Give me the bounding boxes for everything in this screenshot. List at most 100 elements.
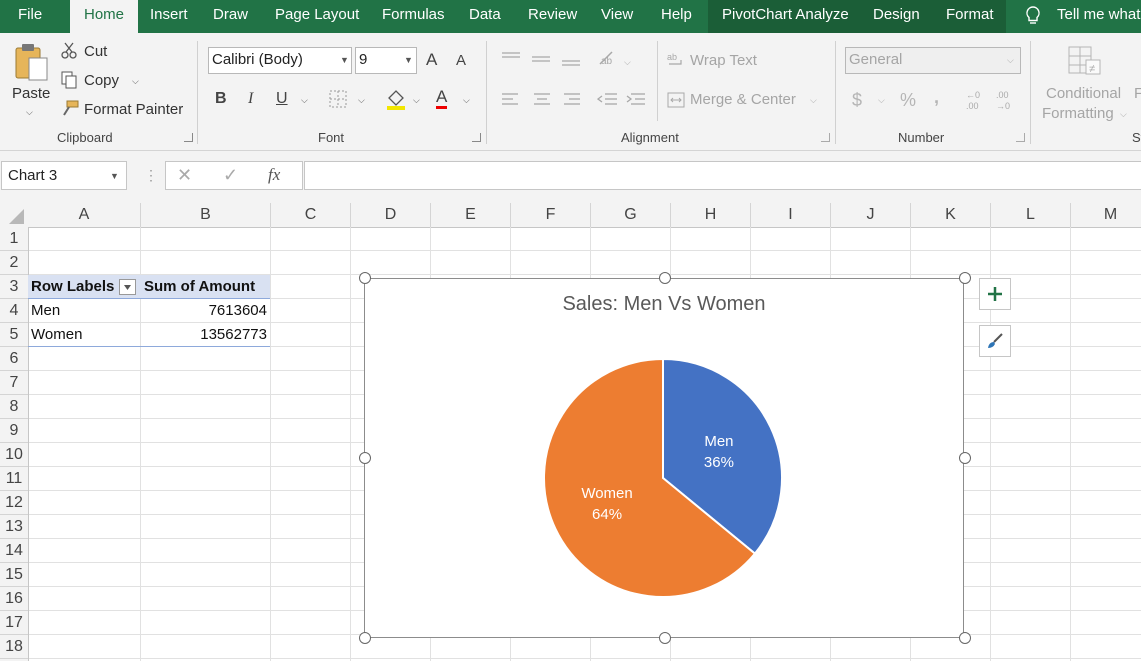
column-header[interactable]: E	[431, 203, 511, 227]
indent-icons[interactable]	[597, 91, 649, 109]
cancel-icon[interactable]: ✕	[177, 165, 192, 186]
resize-handle[interactable]	[959, 632, 971, 644]
chart-elements-button[interactable]	[979, 278, 1011, 310]
copy-dropdown-icon[interactable]: ⌵	[132, 76, 139, 87]
resize-handle[interactable]	[959, 272, 971, 284]
tab-draw[interactable]: Draw	[213, 0, 248, 33]
resize-handle[interactable]	[359, 632, 371, 644]
font-size-dropdown-icon[interactable]: ▼	[404, 55, 413, 65]
paste-dropdown-icon[interactable]: ⌵	[26, 107, 33, 118]
row-header[interactable]: 2	[0, 251, 28, 275]
resize-handle[interactable]	[359, 452, 371, 464]
row-header[interactable]: 14	[0, 539, 28, 563]
tab-format[interactable]: Format	[946, 0, 994, 33]
row-header[interactable]: 9	[0, 419, 28, 443]
row-header[interactable]: 7	[0, 371, 28, 395]
tab-file[interactable]: File	[18, 0, 42, 33]
pivot-sum-header[interactable]: Sum of Amount	[144, 275, 255, 299]
orientation-icon[interactable]: ab	[598, 50, 620, 68]
fill-color-dropdown-icon[interactable]: ⌵	[413, 95, 420, 106]
row-header[interactable]: 6	[0, 347, 28, 371]
borders-icon[interactable]	[329, 90, 347, 108]
column-header[interactable]: K	[911, 203, 991, 227]
currency-dropdown-icon[interactable]: ⌵	[878, 95, 885, 106]
tab-formulas[interactable]: Formulas	[382, 0, 445, 33]
horizontal-align-icons[interactable]	[502, 91, 582, 109]
pivot-row-label[interactable]: Men	[31, 299, 60, 323]
column-header[interactable]: F	[511, 203, 591, 227]
row-header[interactable]: 5	[0, 323, 28, 347]
name-box-dropdown-icon[interactable]: ▼	[110, 171, 119, 181]
column-header[interactable]: L	[991, 203, 1071, 227]
vertical-align-icons[interactable]	[502, 50, 582, 68]
currency-icon[interactable]: $	[852, 90, 862, 111]
fill-color-icon[interactable]	[385, 88, 407, 110]
row-header[interactable]: 1	[0, 227, 28, 251]
row-header[interactable]: 11	[0, 467, 28, 491]
italic-button[interactable]: I	[248, 90, 253, 108]
shrink-font-icon[interactable]: A	[456, 52, 466, 69]
decrease-decimal-icon[interactable]: .00 →0	[994, 89, 1018, 111]
tab-home[interactable]: Home	[70, 0, 138, 33]
row-header[interactable]: 10	[0, 443, 28, 467]
row-header[interactable]: 17	[0, 611, 28, 635]
underline-dropdown-icon[interactable]: ⌵	[301, 95, 308, 106]
column-header[interactable]: D	[351, 203, 431, 227]
tab-insert[interactable]: Insert	[150, 0, 188, 33]
paste-button[interactable]: Paste	[12, 85, 50, 102]
column-header[interactable]: G	[591, 203, 671, 227]
pivot-row-value[interactable]: 7613604	[141, 299, 267, 323]
merge-center-button[interactable]: Merge & Center	[690, 91, 796, 108]
row-header[interactable]: 13	[0, 515, 28, 539]
column-header[interactable]: H	[671, 203, 751, 227]
font-color-icon[interactable]: A	[436, 87, 448, 109]
data-label[interactable]: Women 64%	[567, 483, 647, 525]
borders-dropdown-icon[interactable]: ⌵	[358, 95, 365, 106]
select-all-icon[interactable]	[0, 203, 28, 227]
row-header[interactable]: 3	[0, 275, 28, 299]
tab-design[interactable]: Design	[873, 0, 920, 33]
conditional-formatting-dropdown-icon[interactable]: ⌵	[1120, 109, 1127, 120]
font-name-select[interactable]: Calibri (Body)	[208, 47, 352, 74]
resize-handle[interactable]	[359, 272, 371, 284]
merge-dropdown-icon[interactable]: ⌵	[810, 95, 817, 106]
filter-dropdown-icon[interactable]	[119, 279, 136, 295]
name-box[interactable]: Chart 3	[1, 161, 127, 190]
resize-handle[interactable]	[659, 632, 671, 644]
format-painter-button[interactable]: Format Painter	[84, 101, 183, 118]
column-header[interactable]: I	[751, 203, 831, 227]
column-header[interactable]: A	[28, 203, 141, 227]
cut-button[interactable]: Cut	[84, 43, 107, 60]
number-format-select[interactable]: General	[845, 47, 1021, 74]
tab-data[interactable]: Data	[469, 0, 501, 33]
formula-input[interactable]	[304, 161, 1141, 190]
number-format-dropdown-icon[interactable]: ⌵	[1007, 55, 1014, 66]
underline-button[interactable]: U	[276, 90, 288, 108]
row-header[interactable]: 12	[0, 491, 28, 515]
font-launcher-icon[interactable]	[472, 133, 481, 142]
pivot-row-label[interactable]: Women	[31, 323, 82, 347]
column-header[interactable]: M	[1071, 203, 1141, 227]
pivot-row-value[interactable]: 13562773	[141, 323, 267, 347]
column-header[interactable]: B	[141, 203, 271, 227]
alignment-launcher-icon[interactable]	[821, 133, 830, 142]
orientation-dropdown-icon[interactable]: ⌵	[624, 57, 631, 68]
font-name-dropdown-icon[interactable]: ▼	[340, 55, 349, 65]
enter-icon[interactable]: ✓	[223, 165, 238, 186]
column-header[interactable]: C	[271, 203, 351, 227]
row-header[interactable]: 4	[0, 299, 28, 323]
tell-me-search[interactable]: Tell me what	[1057, 0, 1140, 33]
insert-function-icon[interactable]: fx	[268, 165, 280, 185]
row-header[interactable]: 15	[0, 563, 28, 587]
pivot-row-labels-header[interactable]: Row Labels	[31, 275, 114, 299]
resize-handle[interactable]	[659, 272, 671, 284]
chart-styles-button[interactable]	[979, 325, 1011, 357]
tab-review[interactable]: Review	[528, 0, 577, 33]
grow-font-icon[interactable]: A	[426, 50, 437, 70]
tab-page-layout[interactable]: Page Layout	[275, 0, 359, 33]
font-color-dropdown-icon[interactable]: ⌵	[463, 95, 470, 106]
paste-icon[interactable]	[13, 42, 51, 82]
tab-help[interactable]: Help	[661, 0, 692, 33]
conditional-formatting-button[interactable]: Conditional	[1046, 85, 1121, 102]
tab-pivotchart-analyze[interactable]: PivotChart Analyze	[722, 0, 849, 33]
